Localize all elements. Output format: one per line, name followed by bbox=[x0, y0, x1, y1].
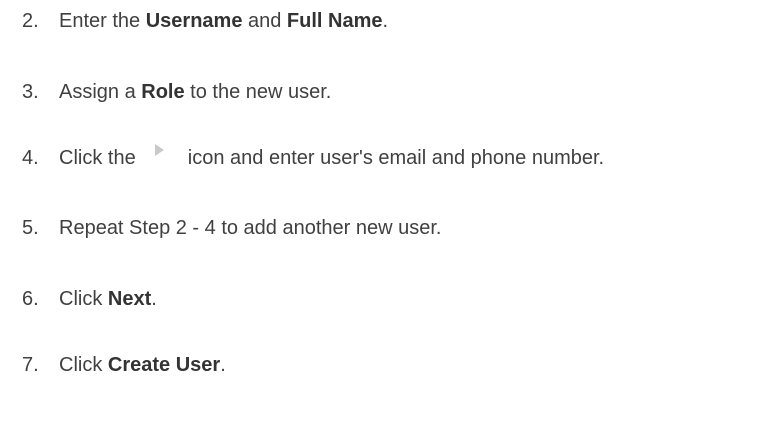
step-text: Click bbox=[59, 288, 108, 310]
step-text: Click the bbox=[59, 147, 142, 169]
step-number: 2. bbox=[22, 10, 39, 32]
instruction-steps-list: 2. Enter the Username and Full Name . 3.… bbox=[0, 0, 776, 435]
step-3: 3. Assign a Role to the new user. bbox=[22, 79, 331, 105]
step-text: Assign a bbox=[59, 81, 142, 103]
step-emphasis-username: Username bbox=[145, 10, 243, 32]
step-2: 2. Enter the Username and Full Name . bbox=[22, 8, 388, 34]
step-number: 6. bbox=[22, 288, 39, 310]
expand-arrow-icon bbox=[141, 144, 174, 168]
step-7: 7. Click Create User . bbox=[22, 352, 226, 378]
step-number: 5. bbox=[22, 217, 39, 239]
step-text: Enter the bbox=[59, 10, 146, 32]
step-4: 4. Click the icon and enter user's email… bbox=[22, 144, 605, 171]
step-number: 3. bbox=[22, 81, 39, 103]
step-text: . bbox=[220, 354, 226, 376]
step-emphasis-create-user: Create User bbox=[107, 354, 221, 376]
step-number: 4. bbox=[22, 147, 39, 169]
step-emphasis-full-name: Full Name bbox=[286, 10, 383, 32]
step-emphasis-next: Next bbox=[107, 288, 152, 310]
step-text: Click bbox=[59, 354, 108, 376]
step-5: 5. Repeat Step 2 - 4 to add another new … bbox=[22, 215, 441, 241]
step-text: . bbox=[382, 10, 389, 32]
step-text: to the new user. bbox=[184, 81, 332, 103]
step-text: icon and enter user's email and phone nu… bbox=[182, 147, 605, 169]
step-text: Repeat Step 2 - 4 to add another new use… bbox=[59, 217, 442, 239]
step-text: . bbox=[151, 288, 157, 310]
step-number: 7. bbox=[22, 354, 39, 376]
step-6: 6. Click Next . bbox=[22, 286, 157, 312]
step-text: and bbox=[242, 10, 287, 32]
step-emphasis-role: Role bbox=[141, 81, 185, 103]
